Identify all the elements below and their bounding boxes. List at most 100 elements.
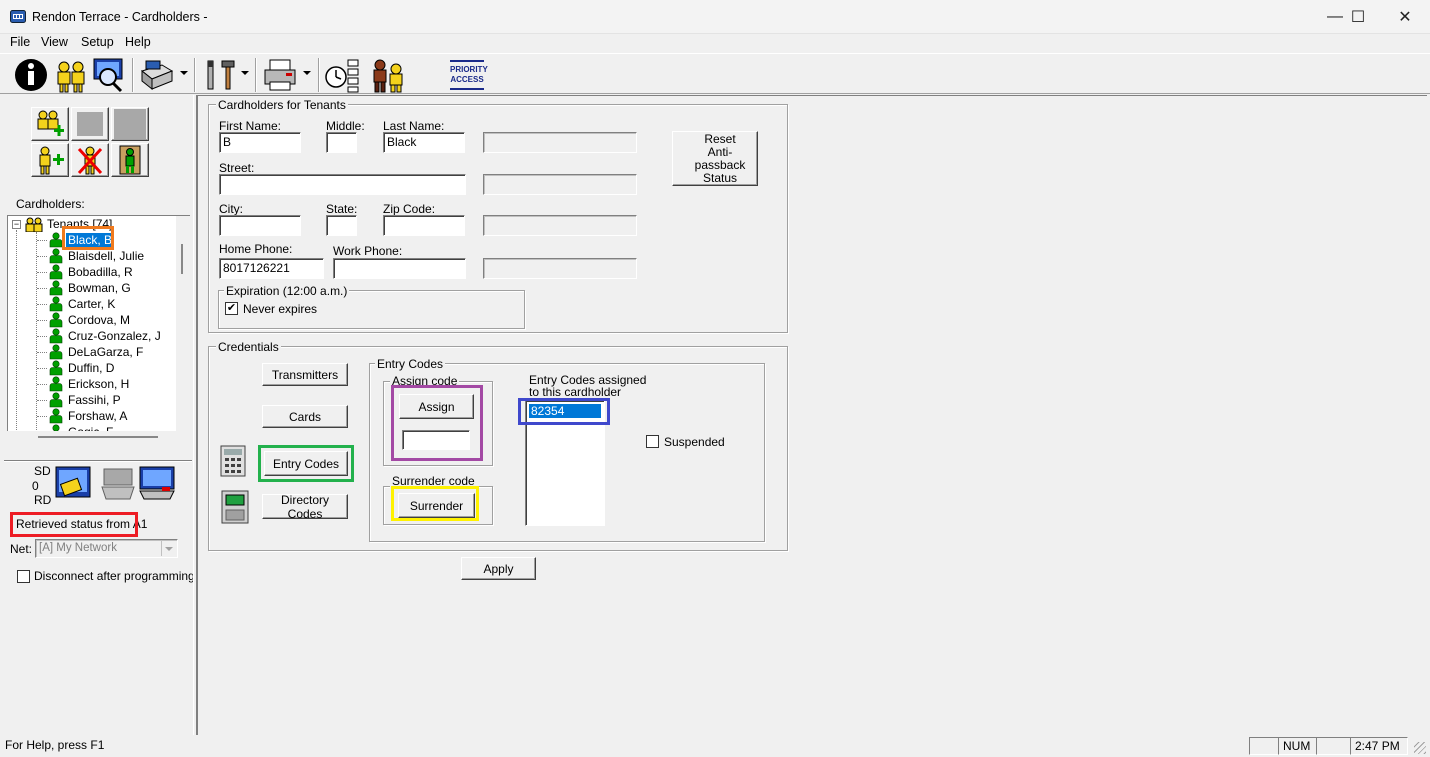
menu-setup[interactable]: Setup [81, 35, 114, 49]
tree-item-label: Bobadilla, R [68, 265, 133, 279]
first-name-label: First Name: [219, 119, 282, 133]
edit-group-button[interactable] [71, 107, 109, 141]
tree-item[interactable]: Fassihi, P [8, 392, 188, 408]
zip-field[interactable] [383, 215, 465, 236]
suspended-label: Suspended [664, 435, 725, 449]
person-icon [49, 280, 63, 296]
apply-button[interactable]: Apply [461, 557, 536, 580]
tree-item[interactable]: Forshaw, A [8, 408, 188, 424]
toolbar-separator [132, 58, 134, 92]
printer-dropdown-arrow[interactable] [303, 71, 311, 75]
menu-file[interactable]: File [10, 35, 30, 49]
state-label: State: [326, 202, 358, 216]
send-data-icon[interactable] [54, 465, 92, 501]
tree-item[interactable]: Blaisdell, Julie [8, 248, 188, 264]
tree-item-label: Fassihi, P [68, 393, 121, 407]
state-field[interactable] [326, 215, 357, 236]
search-monitor-icon[interactable] [91, 57, 127, 93]
delete-cardholder-button[interactable] [71, 143, 109, 177]
toolbar-separator [255, 58, 257, 92]
sd-label: SD [34, 464, 51, 478]
tree-item[interactable]: Cruz-Gonzalez, J [8, 328, 188, 344]
tree-connector [37, 416, 47, 417]
priority-access-button[interactable]: PRIORITY ACCESS [450, 60, 488, 90]
menu-help[interactable]: Help [125, 35, 151, 49]
tools-icon[interactable] [202, 57, 238, 93]
toolbar-separator [194, 58, 196, 92]
tree-item-label: Carter, K [68, 297, 116, 311]
tree-item[interactable]: DeLaGarza, F [8, 344, 188, 360]
home-phone-field[interactable]: 8017126221 [219, 258, 324, 279]
tree-connector [37, 352, 47, 353]
street-label: Street: [219, 161, 255, 175]
tools-dropdown-arrow[interactable] [241, 71, 249, 75]
tree-vertical-scrollbar[interactable] [176, 216, 190, 431]
city-field[interactable] [219, 215, 301, 236]
printer-icon[interactable] [262, 57, 298, 93]
close-button[interactable]: ✕ [1382, 0, 1428, 34]
tree-horizontal-scrollbar[interactable] [8, 431, 190, 443]
info-icon[interactable] [13, 57, 49, 93]
tree-item[interactable]: Bobadilla, R [8, 264, 188, 280]
extra-field-3 [483, 215, 637, 236]
cards-button[interactable]: Cards [262, 405, 348, 428]
priority-access-line2: ACCESS [450, 75, 484, 84]
transmitters-button[interactable]: Transmitters [262, 363, 348, 386]
retrieve-status-icon[interactable] [138, 465, 176, 501]
chevron-down-icon [165, 547, 173, 551]
street-field[interactable] [219, 174, 466, 195]
add-group-button[interactable] [31, 107, 69, 141]
scrollbar-thumb[interactable] [181, 244, 183, 274]
add-cardholder-icon [39, 146, 64, 175]
programmer-device-icon[interactable] [138, 57, 176, 93]
retrieve-device-icon[interactable] [100, 467, 136, 501]
tree-item[interactable]: Erickson, H [8, 376, 188, 392]
tree-item[interactable]: Bowman, G [8, 280, 188, 296]
status-pane-num: NUM [1278, 737, 1317, 755]
reset-line2: Anti-passback [694, 144, 746, 172]
last-name-field[interactable]: Black [383, 132, 465, 153]
toolbar-separator [318, 58, 320, 92]
tree-item-label: Blaisdell, Julie [68, 249, 145, 263]
tree-item[interactable]: Gagic, F [8, 424, 188, 431]
cardholders-icon[interactable] [53, 57, 89, 93]
tree-item[interactable]: Carter, K [8, 296, 188, 312]
programmer-dropdown-arrow[interactable] [180, 71, 188, 75]
disconnect-checkbox[interactable] [17, 570, 30, 583]
rd-label: RD [34, 493, 52, 507]
scrollbar-thumb[interactable] [38, 436, 158, 438]
title-bar: Rendon Terrace - Cardholders - — ☐ ✕ [0, 0, 1430, 34]
last-name-label: Last Name: [383, 119, 445, 133]
panel-divider [4, 460, 192, 462]
net-select[interactable]: [A] My Network [35, 539, 178, 558]
blank-action-button[interactable] [111, 107, 149, 141]
reset-anti-passback-button[interactable]: Reset Anti-passback Status [672, 131, 758, 186]
tree-item[interactable]: Duffin, D [8, 360, 188, 376]
holidays-users-icon[interactable] [369, 57, 407, 93]
entry-codes-highlight [258, 445, 354, 482]
home-phone-label: Home Phone: [219, 242, 293, 256]
resize-grip[interactable] [1414, 742, 1426, 754]
cardholder-tree[interactable]: − Tenants [74] Black, B Blaisdell, Julie B… [7, 215, 190, 431]
person-icon [49, 296, 63, 312]
status-pane-time: 2:47 PM [1350, 737, 1408, 755]
maximize-button[interactable]: ☐ [1335, 0, 1381, 34]
door-cardholder-button[interactable] [111, 143, 149, 177]
work-phone-field[interactable] [333, 258, 466, 279]
status-pane-empty-2 [1316, 737, 1351, 755]
first-name-field[interactable]: B [219, 132, 301, 153]
delete-cardholder-icon [77, 146, 103, 175]
net-dropdown-button[interactable] [161, 541, 176, 556]
person-icon [49, 360, 63, 376]
person-icon [49, 392, 63, 408]
tree-item[interactable]: Cordova, M [8, 312, 188, 328]
middle-field[interactable] [326, 132, 357, 153]
menu-view[interactable]: View [41, 35, 68, 49]
schedule-clock-icon[interactable] [324, 57, 362, 93]
credentials-title: Credentials [216, 340, 281, 354]
add-cardholder-button[interactable] [31, 143, 69, 177]
suspended-checkbox[interactable] [646, 435, 659, 448]
directory-codes-button[interactable]: Directory Codes [262, 493, 348, 521]
tree-collapse-toggle[interactable]: − [12, 220, 21, 229]
never-expires-checkbox[interactable]: ✔ [225, 302, 238, 315]
